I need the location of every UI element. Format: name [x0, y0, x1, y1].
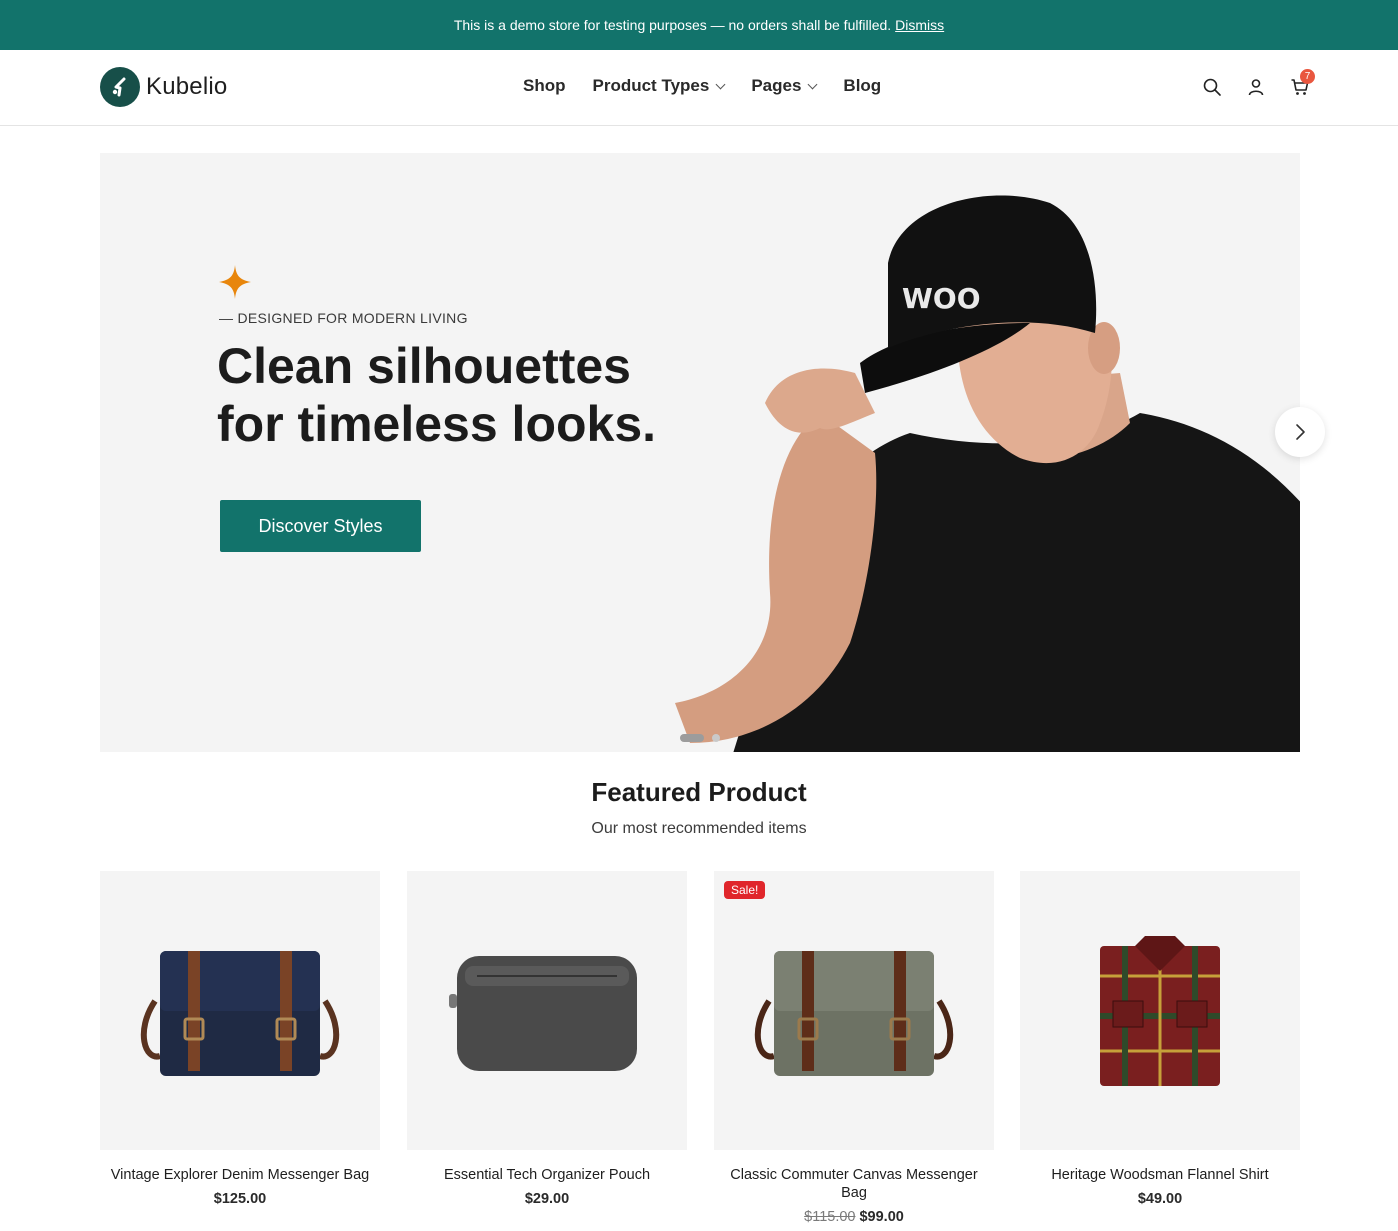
- hero-model-image: WOO: [675, 195, 1300, 752]
- product-image[interactable]: [1020, 871, 1300, 1150]
- discover-styles-button[interactable]: Discover Styles: [220, 500, 421, 552]
- product-image[interactable]: [407, 871, 687, 1150]
- brand-name: Kubelio: [146, 73, 228, 100]
- product-image[interactable]: [100, 871, 380, 1150]
- brand-link[interactable]: Kubelio: [100, 67, 227, 107]
- nav-item-pages[interactable]: Pages: [751, 76, 818, 96]
- search-icon[interactable]: [1202, 77, 1222, 97]
- product-name[interactable]: Heritage Woodsman Flannel Shirt: [1020, 1166, 1300, 1184]
- user-icon[interactable]: [1246, 77, 1266, 97]
- chevron-down-icon: [807, 79, 818, 89]
- product-card[interactable]: Essential Tech Organizer Pouch $29.00: [407, 871, 687, 1207]
- nav-label: Pages: [751, 76, 802, 95]
- product-name[interactable]: Classic Commuter Canvas Messenger Bag: [714, 1166, 994, 1202]
- slider-pagination: [680, 734, 720, 742]
- sparkle-icon: [219, 265, 251, 299]
- product-price: $49.00: [1020, 1191, 1300, 1207]
- product-name[interactable]: Essential Tech Organizer Pouch: [407, 1166, 687, 1184]
- sale-badge: Sale!: [724, 881, 766, 899]
- price-current: $49.00: [1137, 1191, 1183, 1207]
- slider-next-button[interactable]: [1275, 407, 1325, 457]
- nav-label: Product Types: [592, 76, 710, 95]
- price-current: $125.00: [213, 1191, 267, 1207]
- hero-title-line: Clean silhouettes: [217, 338, 631, 394]
- slider-dot[interactable]: [712, 734, 720, 742]
- product-card[interactable]: Heritage Woodsman Flannel Shirt $49.00: [1020, 871, 1300, 1207]
- chevron-down-icon: [715, 79, 726, 89]
- hero-slider: — DESIGNED FOR MODERN LIVING Clean silho…: [100, 153, 1300, 752]
- product-price: $29.00: [407, 1191, 687, 1207]
- featured-subtitle: Our most recommended items: [591, 820, 807, 837]
- brand-logo-icon: [100, 67, 140, 107]
- messenger-bag-image: [140, 950, 340, 1076]
- hero-eyebrow: — DESIGNED FOR MODERN LIVING: [219, 310, 468, 326]
- cart-icon[interactable]: 7: [1290, 69, 1315, 97]
- header-actions: 7: [1202, 69, 1315, 97]
- product-name[interactable]: Vintage Explorer Denim Messenger Bag: [100, 1166, 380, 1184]
- nav-label: Shop: [523, 76, 566, 95]
- dismiss-link[interactable]: Dismiss: [895, 17, 944, 33]
- product-price: $115.00 $99.00: [714, 1209, 994, 1225]
- notice-text: This is a demo store for testing purpose…: [453, 17, 892, 33]
- hero-title-line: for timeless looks.: [217, 396, 657, 452]
- canvas-messenger-bag-image: [754, 950, 954, 1076]
- site-header: Kubelio Shop Product Types Pages Blog 7: [0, 50, 1398, 126]
- price-old: $115.00: [804, 1209, 856, 1225]
- demo-store-notice: This is a demo store for testing purpose…: [0, 0, 1398, 50]
- tech-pouch-image: [449, 955, 637, 1071]
- featured-title: Featured Product: [591, 777, 807, 807]
- hero-title: Clean silhouettes for timeless looks.: [217, 337, 737, 453]
- product-image[interactable]: Sale!: [714, 871, 994, 1150]
- nav-label: Blog: [843, 76, 882, 95]
- nav-item-shop[interactable]: Shop: [523, 76, 566, 96]
- chevron-right-icon: [1296, 424, 1305, 440]
- product-card[interactable]: Vintage Explorer Denim Messenger Bag $12…: [100, 871, 380, 1207]
- nav-item-product-types[interactable]: Product Types: [592, 76, 726, 96]
- price-current: $29.00: [524, 1191, 570, 1207]
- nav-item-blog[interactable]: Blog: [843, 76, 881, 96]
- price-current: $99.00: [859, 1209, 904, 1225]
- cap-logo-text: WOO: [902, 282, 981, 315]
- product-card[interactable]: Sale! Classic Commuter Canvas Messenger …: [714, 871, 994, 1225]
- flannel-shirt-image: [1100, 935, 1220, 1086]
- product-price: $125.00: [100, 1191, 380, 1207]
- main-nav: Shop Product Types Pages Blog: [523, 76, 881, 96]
- cart-count-badge: 7: [1300, 69, 1315, 84]
- slider-dot-active[interactable]: [680, 734, 704, 742]
